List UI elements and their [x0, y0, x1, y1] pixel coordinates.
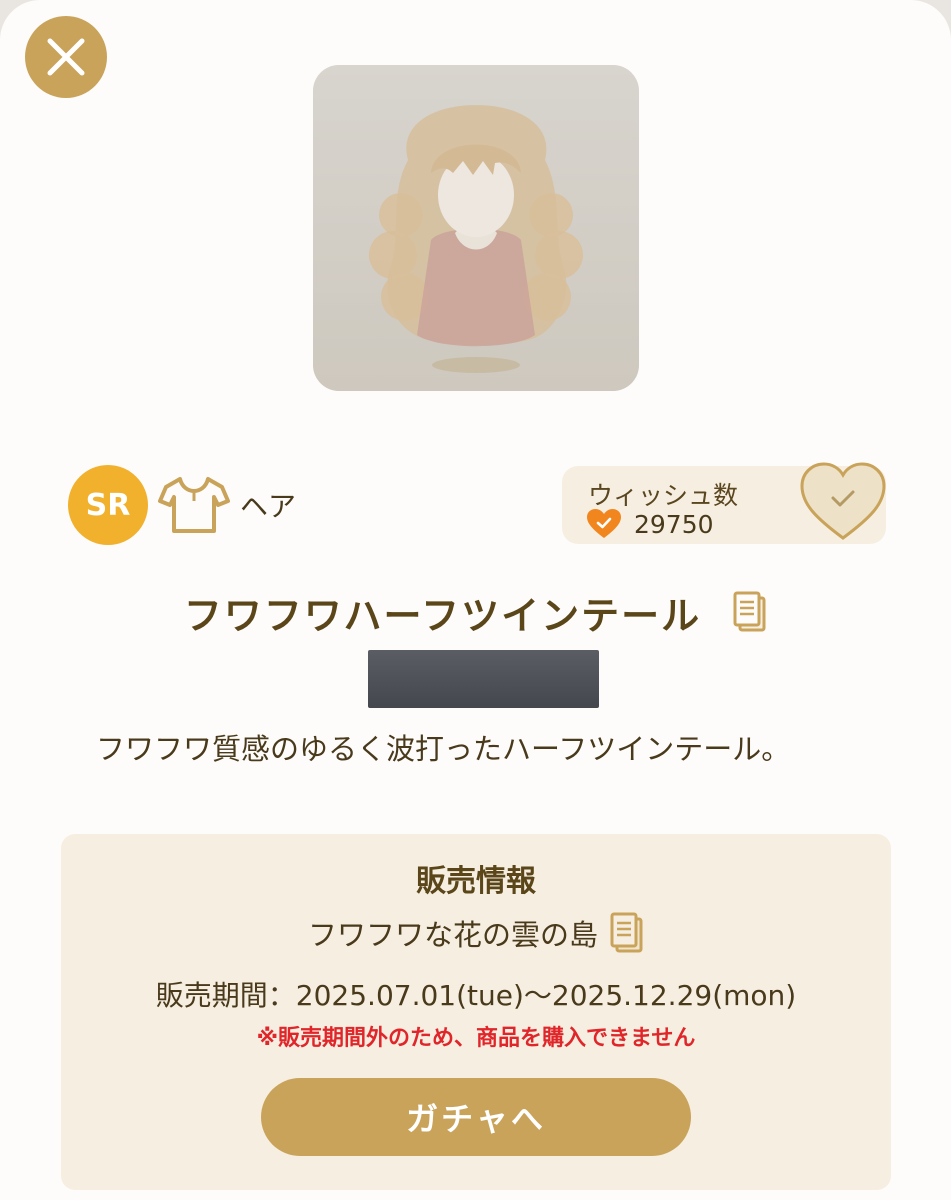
- sale-info-panel: 販売情報 フワフワな花の雲の島 販売期間：2025.07.01(tue)〜202…: [61, 834, 891, 1190]
- wish-panel: ウィッシュ数 29750: [562, 462, 886, 544]
- rarity-badge: SR: [68, 465, 148, 545]
- item-preview-image: [313, 65, 639, 391]
- hair-preview-illustration: [313, 65, 639, 391]
- item-detail-sheet: SR ヘア ウィッシュ数 29750 フワフワハーフツインテール フワフワ質感の…: [0, 0, 951, 1200]
- shirt-icon: [158, 477, 230, 533]
- heart-check-icon: [587, 509, 621, 538]
- wish-count-row: 29750: [586, 508, 714, 540]
- sale-heading: 販売情報: [416, 864, 536, 899]
- copy-icon[interactable]: [733, 591, 767, 633]
- close-button[interactable]: [25, 16, 107, 98]
- item-meta: SR ヘア: [68, 465, 296, 545]
- wish-count: 29750: [634, 509, 714, 539]
- sale-period: 販売期間：2025.07.01(tue)〜2025.12.29(mon): [155, 979, 797, 1012]
- item-name: フワフワハーフツインテール: [183, 593, 702, 638]
- close-icon: [47, 38, 85, 76]
- copy-icon[interactable]: [610, 912, 644, 954]
- item-description: フワフワ質感のゆるく波打ったハーフツインテール。: [96, 732, 791, 766]
- sale-location: フワフワな花の雲の島: [307, 918, 598, 952]
- sale-warning: ※販売期間外のため、商品を購入できません: [256, 1026, 696, 1051]
- redacted-block: [368, 650, 599, 708]
- wish-toggle-button[interactable]: [798, 460, 888, 542]
- gacha-button[interactable]: ガチャへ: [261, 1078, 691, 1156]
- sale-location-row: フワフワな花の雲の島: [61, 912, 891, 954]
- wish-label: ウィッシュ数: [588, 481, 739, 510]
- item-title-row: フワフワハーフツインテール: [0, 582, 951, 642]
- category-label: ヘア: [240, 490, 297, 523]
